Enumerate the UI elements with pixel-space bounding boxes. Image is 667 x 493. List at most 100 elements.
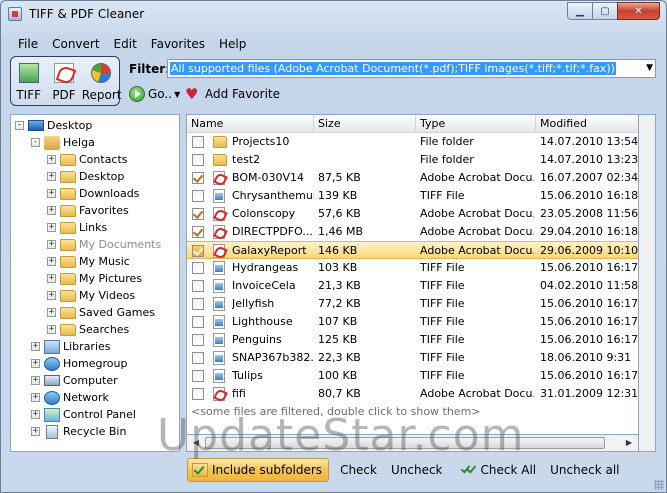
table-row[interactable]: test2 File folder 14.07.2010 13:23 [187,151,638,169]
report-button[interactable]: Report [82,57,121,105]
expand-icon[interactable]: + [31,359,40,368]
table-row[interactable]: fifi 80,7 KB Adobe Acrobat Docu... 31.01.20… [187,385,638,403]
expand-icon[interactable]: + [47,172,56,181]
scroll-left-icon[interactable]: ◀ [188,436,204,450]
expand-icon[interactable]: + [47,206,56,215]
expand-icon[interactable]: + [47,223,56,232]
collapse-icon[interactable]: - [15,121,24,130]
scroll-thumb[interactable] [205,437,605,449]
table-row[interactable]: InvoiceCela 21,3 KB TIFF File 04.02.2010 11… [187,277,638,295]
table-row[interactable]: Hydrangeas 103 KB TIFF File 15.06.2010 16:1… [187,259,638,277]
menu-help[interactable]: Help [212,35,253,53]
column-header-type[interactable]: Type [416,115,536,133]
vertical-scroll-area[interactable] [639,114,656,452]
tree-item[interactable]: + Desktop [47,168,124,185]
check-button[interactable]: Check [333,458,384,482]
table-row[interactable]: Lighthouse 107 KB TIFF File 15.06.2010 16:1… [187,313,638,331]
table-row[interactable]: Penguins 125 KB TIFF File 15.06.2010 16:17 [187,331,638,349]
expand-icon[interactable]: + [47,291,56,300]
column-header-modified[interactable]: Modified [536,115,638,133]
tree-item[interactable]: - Desktop [15,117,92,134]
row-checkbox[interactable] [192,316,204,328]
expand-icon[interactable]: + [31,342,40,351]
check-all-button[interactable]: Check All [454,458,544,482]
scroll-right-icon[interactable]: ▶ [621,436,637,450]
row-checkbox[interactable] [192,298,204,310]
expand-icon[interactable]: + [47,274,56,283]
tree-item[interactable]: + Libraries [31,338,111,355]
menu-edit[interactable]: Edit [107,35,144,53]
expand-icon[interactable]: + [31,427,40,436]
expand-icon[interactable]: + [47,325,56,334]
tree-item[interactable]: + Favorites [47,202,129,219]
tree-item[interactable]: + Homegroup [31,355,127,372]
go-button[interactable]: Go.. ▼ [129,86,180,102]
table-row[interactable]: DIRECTPDFO... 1,46 MB Adobe Acrobat Docu..… [187,223,638,241]
expand-icon[interactable]: + [47,155,56,164]
tree-item[interactable]: + Network [31,389,109,406]
table-row[interactable]: SNAP367b382... 22,3 KB TIFF File 18.06.2010… [187,349,638,367]
tree-item[interactable]: + Searches [47,321,129,338]
title-bar[interactable]: TIFF & PDF Cleaner ▁ ▢ ✕ [1,1,666,29]
uncheck-button[interactable]: Uncheck [384,458,450,482]
menu-favorites[interactable]: Favorites [144,35,212,53]
expand-icon[interactable]: + [47,189,56,198]
expand-icon[interactable]: + [47,240,56,249]
expand-icon[interactable]: + [31,410,40,419]
table-row[interactable]: Projects10 File folder 14.07.2010 13:54 [187,133,638,151]
row-checkbox[interactable] [192,280,204,292]
close-button[interactable]: ✕ [617,2,660,20]
expand-icon[interactable]: + [31,393,40,402]
tree-item[interactable]: + Recycle Bin [31,423,126,440]
resize-grip-icon[interactable] [654,480,664,490]
include-subfolders-button[interactable]: Include subfolders [187,458,330,482]
row-checkbox[interactable] [192,154,204,166]
tree-item[interactable]: + Contacts [47,151,128,168]
minimize-button[interactable]: ▁ [567,2,593,20]
chevron-down-icon[interactable]: ▼ [646,63,653,73]
row-checkbox[interactable] [192,172,204,184]
filtered-files-note[interactable]: <some files are filtered, double click t… [191,405,481,418]
expand-icon[interactable]: + [47,257,56,266]
menu-convert[interactable]: Convert [45,35,106,53]
file-list[interactable]: Name Size Type Modified <some files are … [186,114,639,435]
folder-tree[interactable]: - Desktop - Helga + Contacts + Desktop + Download… [10,114,180,452]
row-checkbox[interactable] [192,208,204,220]
expand-icon[interactable]: + [47,308,56,317]
uncheck-all-button[interactable]: Uncheck all [543,458,626,482]
tree-item[interactable]: - Helga [31,134,95,151]
horizontal-scrollbar[interactable]: ◀ ▶ [186,435,639,452]
pdf-button[interactable]: PDF [46,57,81,105]
expand-icon[interactable]: + [31,376,40,385]
table-row[interactable]: GalaxyReport 146 KB Adobe Acrobat Docu... 2… [187,241,638,259]
tree-item[interactable]: + My Videos [47,287,135,304]
column-header-size[interactable]: Size [314,115,416,133]
row-checkbox[interactable] [192,352,204,364]
row-checkbox[interactable] [192,262,204,274]
app-icon[interactable] [8,7,22,21]
collapse-icon[interactable]: - [31,138,40,147]
tree-item[interactable]: + Computer [31,372,118,389]
row-checkbox[interactable] [192,226,204,238]
tree-item[interactable]: + Downloads [47,185,139,202]
tree-item[interactable]: + My Pictures [47,270,142,287]
row-checkbox[interactable] [192,245,204,257]
table-row[interactable]: Chrysanthemum 139 KB TIFF File 15.06.2010 1… [187,187,638,205]
row-checkbox[interactable] [192,334,204,346]
column-header-name[interactable]: Name [187,115,314,133]
tree-item[interactable]: + Links [47,219,107,236]
table-row[interactable]: BOM-030V14 87,5 KB Adobe Acrobat Docu... 16… [187,169,638,187]
tree-item[interactable]: + My Music [47,253,130,270]
add-favorite-button[interactable]: ♥ Add Favorite [185,86,280,102]
table-row[interactable]: Jellyfish 77,2 KB TIFF File 15.06.2010 16:1… [187,295,638,313]
menu-file[interactable]: File [11,35,45,53]
table-row[interactable]: Tulips 100 KB TIFF File 15.06.2010 16:17 [187,367,638,385]
row-checkbox[interactable] [192,136,204,148]
tree-item[interactable]: + Control Panel [31,406,136,423]
filter-dropdown[interactable]: All supported files (Adobe Acrobat Docum… [167,59,656,78]
tiff-button[interactable]: TIFF [11,57,46,105]
row-checkbox[interactable] [192,388,204,400]
tree-item[interactable]: + My Documents [47,236,161,253]
tree-item[interactable]: + Saved Games [47,304,155,321]
maximize-button[interactable]: ▢ [592,2,618,20]
